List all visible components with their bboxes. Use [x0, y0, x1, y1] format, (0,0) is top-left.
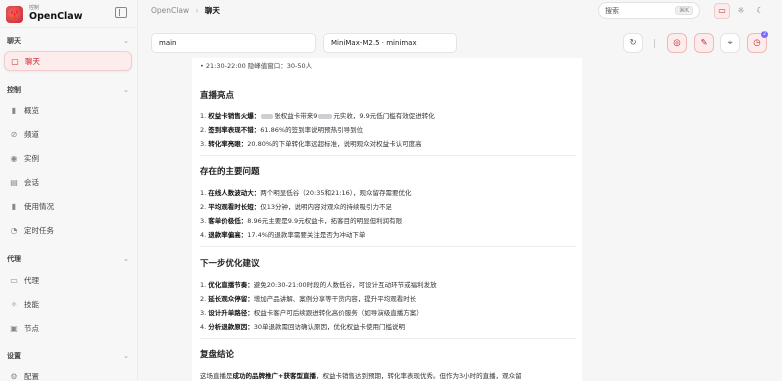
list-item: 2. 延长观众停留：增加产品讲解、案例分享等干货内容，提升平均观看时长: [200, 295, 417, 303]
section-divider: [200, 155, 576, 156]
list-item: 3. 转化率亮眼：20.80%的下单转化率远超标准，说明观众对权益卡认可度高: [200, 140, 422, 148]
sparkle-icon: ✧: [10, 299, 18, 309]
sidebar-item-channels[interactable]: ⊘ 频道: [4, 124, 132, 144]
chevron-down-icon: ⌄: [123, 86, 129, 94]
brand-text: 控制 OpenClaw: [29, 6, 83, 22]
search-placeholder: 搜索: [605, 6, 619, 15]
sidebar-divider: [0, 27, 138, 28]
sidebar: 🦞 控制 OpenClaw 聊天 ⌄ ▢ 聊天 控制 ⌄ ▮ 概览 ⊘ 频道 ◉…: [0, 0, 138, 381]
section-divider: [200, 338, 576, 339]
list-item: 2. 平均观看时长短：仅13分钟，说明内容对观众的持续吸引力不足: [200, 203, 393, 211]
list-item: 3. 设计升单路径：权益卡客户可后续跟进转化高价服务（如导演级直播方案）: [200, 309, 423, 317]
bar-chart-icon: ▮: [11, 105, 17, 115]
breadcrumb: OpenClaw › 聊天: [151, 5, 220, 16]
model-select[interactable]: MiniMax-M2.5 · minimax: [323, 33, 457, 53]
section-title-next-steps: 下一步优化建议: [200, 259, 260, 269]
sidebar-item-cron[interactable]: ◔ 定时任务: [4, 220, 132, 240]
list-item: 4. 分析退款原因：30单退款需回访确认原因，优化权益卡使用门槛说明: [200, 323, 406, 331]
monitor-icon: ▣: [10, 323, 18, 333]
history-icon[interactable]: ◷ 2: [747, 31, 768, 53]
sidebar-item-label: 实例: [24, 153, 39, 163]
list-item: 1. 权益卡销售火爆： 张权益卡带来9 元实收，9.9元低门槛有效促进转化: [200, 112, 435, 120]
sidebar-item-label: 技能: [24, 299, 39, 309]
sidebar-item-agents[interactable]: ▭ 代理: [4, 270, 132, 290]
breadcrumb-current: 聊天: [204, 6, 220, 15]
broadcast-icon: ◉: [10, 153, 18, 163]
section-label: 代理: [7, 255, 21, 263]
breadcrumb-separator: ›: [195, 6, 199, 15]
lobster-logo-icon: 🦞: [6, 5, 23, 23]
sidebar-item-label: 聊天: [25, 56, 40, 66]
chevron-down-icon: ⌄: [123, 255, 129, 263]
gear-icon: ⚙: [10, 371, 18, 381]
section-label: 控制: [7, 86, 21, 94]
redacted-block: [261, 113, 274, 119]
report-topline: • 21:30-22:00 隐峰值窗口：30-50人: [200, 62, 313, 70]
section-agents-header[interactable]: 代理 ⌄: [7, 254, 129, 264]
usage-icon: ▮: [11, 201, 17, 211]
sidebar-item-label: 定时任务: [24, 225, 54, 235]
section-title-issues: 存在的主要问题: [200, 167, 260, 177]
brand[interactable]: 🦞 控制 OpenClaw: [6, 2, 132, 26]
top-icon-group: ▭ ☼ ☾: [714, 2, 771, 19]
wrench-icon[interactable]: ✎: [694, 33, 714, 53]
file-icon: ▤: [10, 177, 18, 187]
sidebar-item-label: 配置: [24, 371, 39, 381]
list-item: 2. 签到率表现不错：61.86%的签到率说明预热引导到位: [200, 126, 364, 134]
sidebar-item-label: 代理: [24, 275, 39, 285]
folder-icon: ▭: [10, 275, 18, 285]
section-title-highlights: 直播亮点: [200, 91, 235, 101]
sidebar-item-sessions[interactable]: ▤ 会话: [4, 172, 132, 192]
section-divider: [200, 246, 576, 247]
sidebar-item-label: 节点: [24, 323, 39, 333]
section-title-conclusion: 复盘结论: [200, 350, 235, 360]
sidebar-item-label: 概览: [24, 105, 39, 115]
sidebar-item-overview[interactable]: ▮ 概览: [4, 100, 132, 120]
list-item: 1. 优化直播节奏：避免20:30-21:00时段的人数低谷，可设计互动环节或福…: [200, 281, 437, 289]
clock-icon: ◔: [10, 225, 18, 235]
search-input[interactable]: 搜索 ⌘K: [598, 2, 700, 19]
list-item: 3. 客单价极低：8.96元主要是9.9元权益卡，拓客目的明显但利润有限: [200, 217, 403, 225]
link-icon: ⊘: [10, 129, 18, 139]
section-label: 设置: [7, 352, 21, 360]
sidebar-item-nodes[interactable]: ▣ 节点: [4, 318, 132, 338]
breadcrumb-root[interactable]: OpenClaw: [151, 6, 189, 15]
moon-icon[interactable]: ☾: [752, 3, 768, 19]
notification-badge: 2: [761, 31, 768, 38]
top-bar: OpenClaw › 聊天 搜索 ⌘K ▭ ☼ ☾: [138, 0, 782, 22]
section-control-header[interactable]: 控制 ⌄: [7, 85, 129, 95]
brand-name: OpenClaw: [29, 10, 83, 22]
conclusion-paragraph: 这场直播是成功的品牌推广+获客型直播，权益卡销售达到预期，转化率表现优秀。但作为…: [200, 372, 522, 380]
chat-controls: main MiniMax-M2.5 · minimax ↻ ◎ ✎ ⌖ ◷ 2: [151, 31, 776, 55]
section-settings-header[interactable]: 设置 ⌄: [7, 351, 129, 361]
sidebar-item-label: 频道: [24, 129, 39, 139]
sidebar-item-skills[interactable]: ✧ 技能: [4, 294, 132, 314]
redacted-block: [318, 113, 333, 119]
refresh-icon[interactable]: ↻: [623, 33, 643, 53]
chevron-down-icon: ⌄: [123, 37, 129, 45]
chevron-down-icon: ⌄: [123, 352, 129, 360]
sidebar-item-instances[interactable]: ◉ 实例: [4, 148, 132, 168]
toolbar-divider: [654, 39, 655, 48]
session-select[interactable]: main: [151, 33, 316, 53]
focus-icon[interactable]: ⌖: [720, 33, 740, 53]
list-item: 1. 在线人数波动大：两个明显低谷（20:35和21:16），观众留存需要优化: [200, 189, 412, 197]
chat-message-content: • 21:30-22:00 隐峰值窗口：30-50人 直播亮点 1. 权益卡销售…: [192, 58, 582, 381]
message-icon: ▢: [11, 56, 19, 66]
list-item: 4. 退款率偏高：17.4%的退款率需要关注是否为冲动下单: [200, 231, 366, 239]
sidebar-item-usage[interactable]: ▮ 使用情况: [4, 196, 132, 216]
search-shortcut-badge: ⌘K: [675, 6, 693, 15]
section-chat-header[interactable]: 聊天 ⌄: [7, 36, 129, 46]
sidebar-item-label: 会话: [24, 177, 39, 187]
brain-icon[interactable]: ◎: [667, 33, 687, 53]
monitor-icon[interactable]: ▭: [714, 2, 730, 19]
sun-icon[interactable]: ☼: [733, 3, 749, 19]
sidebar-item-chat[interactable]: ▢ 聊天: [4, 51, 132, 71]
sidebar-collapse-icon[interactable]: [115, 7, 127, 18]
section-label: 聊天: [7, 37, 21, 45]
sidebar-item-label: 使用情况: [24, 201, 54, 211]
sidebar-item-config[interactable]: ⚙ 配置: [4, 366, 132, 381]
